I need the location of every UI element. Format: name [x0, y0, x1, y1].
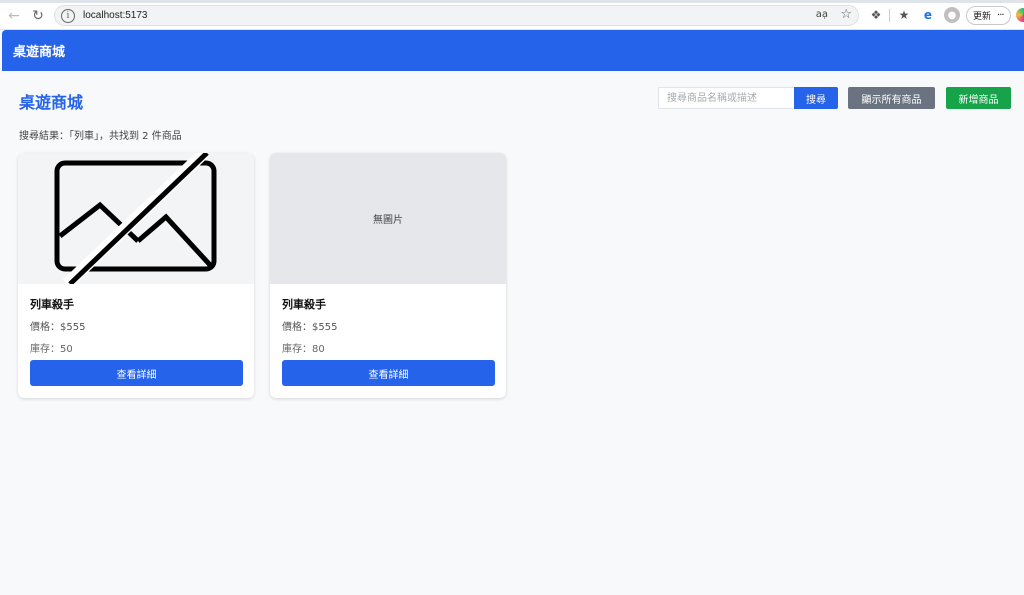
no-image-text: 無圖片 — [373, 215, 403, 226]
product-card: 列車殺手 價格：$555 庫存：50 查看詳細 — [18, 153, 254, 398]
browser-toolbar: ← ↻ i localhost:5173 aạ ☆ ❖ ★ e ● 更新 ··· — [0, 0, 1024, 30]
extensions-icon[interactable]: ❖ — [868, 7, 884, 23]
favorite-star-icon[interactable]: ☆ — [840, 7, 852, 22]
profile-avatar-icon[interactable]: ● — [944, 7, 960, 23]
product-price: 價格：$555 — [282, 322, 338, 333]
update-button[interactable]: 更新 ··· — [966, 6, 1011, 25]
more-menu-icon[interactable]: ··· — [997, 10, 1004, 21]
product-stock: 庫存：50 — [30, 344, 73, 355]
add-product-button[interactable]: 新增商品 — [946, 87, 1011, 109]
product-card: 無圖片 列車殺手 價格：$555 庫存：80 查看詳細 — [270, 153, 506, 398]
toolbar-divider — [889, 9, 890, 22]
search-button[interactable]: 搜尋 — [794, 87, 838, 109]
product-name: 列車殺手 — [282, 298, 326, 311]
page-title: 桌遊商城 — [19, 93, 84, 112]
brand-title[interactable]: 桌遊商城 — [13, 41, 65, 60]
show-all-products-button[interactable]: 顯示所有商品 — [848, 87, 935, 109]
view-details-button[interactable]: 查看詳細 — [282, 360, 495, 386]
read-aloud-icon[interactable]: aạ — [816, 9, 828, 20]
reload-icon[interactable]: ↻ — [28, 6, 48, 26]
copilot-icon[interactable] — [1016, 8, 1024, 22]
product-name: 列車殺手 — [30, 298, 74, 311]
product-image — [18, 153, 254, 284]
app-header: 桌遊商城 — [2, 30, 1024, 71]
url-text[interactable]: localhost:5173 — [83, 10, 148, 21]
product-price: 價格：$555 — [30, 322, 86, 333]
info-icon[interactable]: i — [61, 8, 75, 23]
favorites-icon[interactable]: ★ — [896, 7, 912, 23]
browser-essentials-icon[interactable]: e — [920, 7, 936, 23]
search-result-summary: 搜尋結果：「列車」，共找到 2 件商品 — [19, 131, 182, 142]
search-input[interactable] — [658, 87, 794, 109]
product-image-placeholder: 無圖片 — [270, 153, 506, 284]
product-stock: 庫存：80 — [282, 344, 325, 355]
tab-strip — [0, 0, 1024, 3]
address-bar[interactable]: i localhost:5173 aạ ☆ — [54, 5, 859, 26]
broken-image-icon — [54, 153, 217, 284]
back-arrow-icon[interactable]: ← — [4, 6, 24, 26]
view-details-button[interactable]: 查看詳細 — [30, 360, 243, 386]
update-label: 更新 — [973, 12, 992, 22]
